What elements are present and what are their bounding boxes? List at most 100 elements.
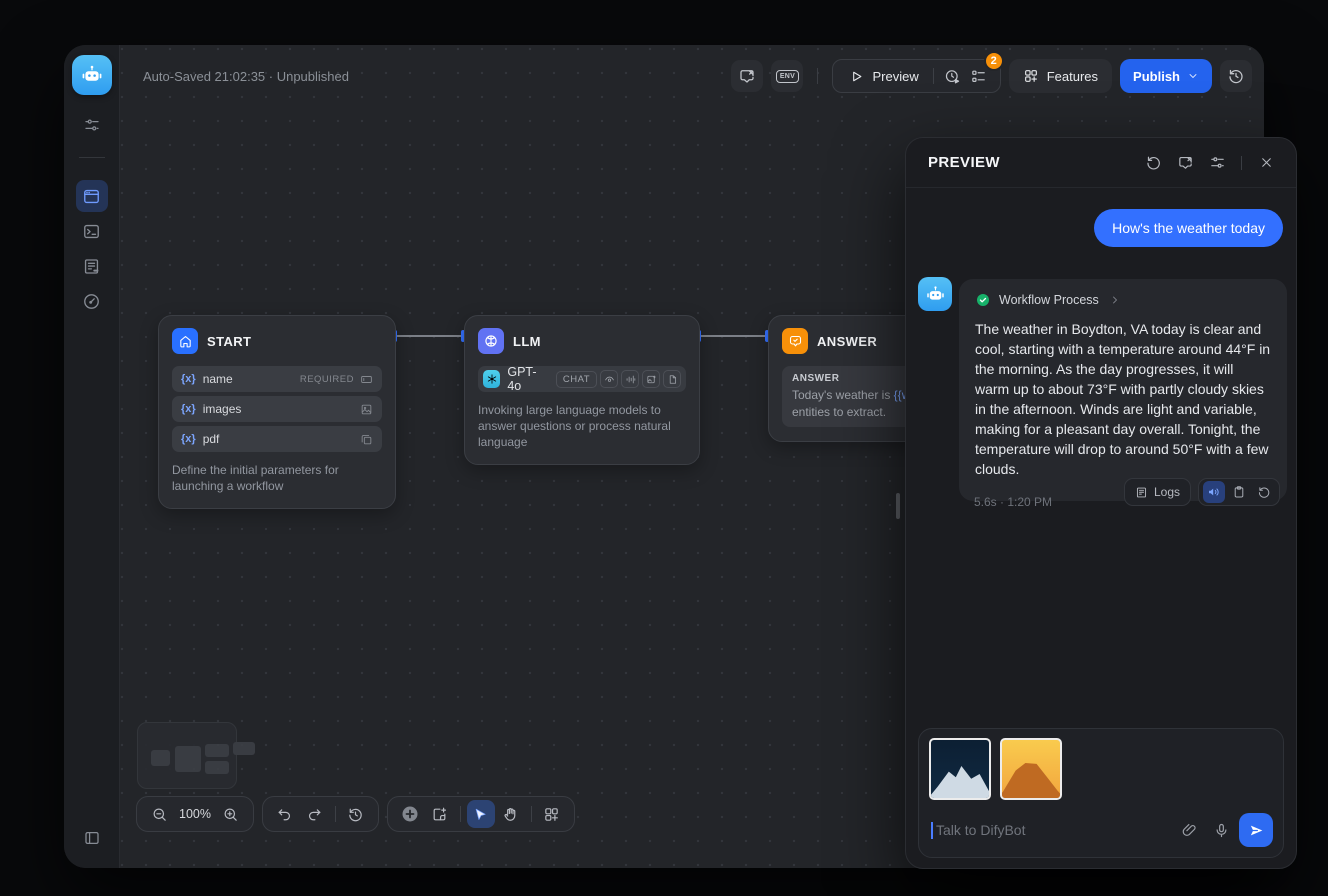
attach-file-button[interactable] bbox=[1181, 822, 1198, 839]
image-plus-icon bbox=[646, 374, 657, 385]
zoom-out-icon bbox=[151, 806, 168, 823]
refresh-icon bbox=[1145, 154, 1162, 171]
close-preview-button[interactable] bbox=[1253, 150, 1279, 176]
message-meta: 5.6s · 1:20 PM bbox=[974, 495, 1052, 509]
audio-capability-icon bbox=[621, 370, 639, 388]
edge-start-llm bbox=[396, 335, 464, 337]
collapse-sidebar-button[interactable] bbox=[76, 822, 108, 854]
bot-avatar bbox=[918, 277, 952, 311]
cursor-icon bbox=[473, 807, 488, 822]
pointer-mode-button[interactable] bbox=[467, 800, 495, 828]
message-actions: Logs bbox=[1124, 478, 1280, 506]
organize-nodes-button[interactable] bbox=[538, 800, 566, 828]
undo-icon bbox=[276, 806, 293, 823]
workflow-settings-button[interactable] bbox=[76, 109, 108, 141]
features-button-label: Features bbox=[1047, 69, 1098, 84]
clock-play-icon bbox=[944, 68, 961, 85]
canvas-scrollbar[interactable] bbox=[896, 493, 900, 519]
field-label: pdf bbox=[203, 432, 220, 446]
checklist-badge: 2 bbox=[984, 51, 1004, 71]
openai-glyph bbox=[486, 373, 498, 385]
zoom-out-button[interactable] bbox=[145, 800, 173, 828]
text-to-speech-button[interactable] bbox=[1203, 481, 1225, 503]
app-logo[interactable] bbox=[72, 55, 112, 95]
group-divider bbox=[933, 68, 934, 84]
bubble-check-icon bbox=[788, 334, 803, 349]
logs-icon bbox=[1135, 486, 1148, 499]
sidebar-item-terminal[interactable] bbox=[76, 215, 108, 247]
model-selector[interactable]: GPT-4o CHAT bbox=[478, 366, 686, 392]
history-icon bbox=[1227, 67, 1245, 85]
features-button[interactable]: Features bbox=[1009, 59, 1112, 93]
topbar: Auto-Saved 21:02:35 · Unpublished ENV Pr… bbox=[120, 45, 1264, 107]
annotation-button[interactable] bbox=[731, 60, 763, 92]
plus-circle-icon bbox=[400, 804, 420, 824]
clear-chat-button[interactable] bbox=[1172, 150, 1198, 176]
required-tag: REQUIRED bbox=[300, 374, 354, 385]
gauge-icon bbox=[82, 292, 101, 311]
chat-settings-button[interactable] bbox=[1204, 150, 1230, 176]
answer-node-icon bbox=[782, 328, 808, 354]
chat-input-row bbox=[929, 813, 1273, 847]
publish-button[interactable]: Publish bbox=[1120, 59, 1212, 93]
minimap-node bbox=[205, 744, 229, 757]
sidebar-item-monitoring[interactable] bbox=[76, 285, 108, 317]
node-description: Invoking large language models to answer… bbox=[478, 402, 686, 450]
toolbar-divider bbox=[531, 806, 532, 822]
document-icon bbox=[667, 374, 678, 385]
hand-icon bbox=[502, 806, 519, 823]
node-llm[interactable]: LLM GPT-4o CHAT bbox=[464, 315, 700, 465]
openai-icon bbox=[483, 370, 500, 388]
microphone-icon bbox=[1213, 822, 1230, 839]
document-capability-icon bbox=[663, 370, 681, 388]
sliders-icon bbox=[83, 116, 101, 134]
zoom-level[interactable]: 100% bbox=[175, 807, 215, 821]
chat-clear-icon bbox=[1177, 154, 1194, 171]
minimap-node bbox=[205, 761, 229, 774]
attachment-thumbnail-mountain-night[interactable] bbox=[929, 738, 991, 800]
undo-button[interactable] bbox=[271, 800, 299, 828]
redo-button[interactable] bbox=[301, 800, 329, 828]
image-file-icon bbox=[360, 403, 373, 416]
hand-mode-button[interactable] bbox=[497, 800, 525, 828]
environment-variables-button[interactable]: ENV bbox=[771, 60, 803, 92]
regenerate-button[interactable] bbox=[1253, 481, 1275, 503]
add-node-button[interactable] bbox=[396, 800, 424, 828]
restart-conversation-button[interactable] bbox=[1140, 150, 1166, 176]
start-field-pdf[interactable]: {x} pdf bbox=[172, 426, 382, 452]
attachment-thumbnail-mountain-sunset[interactable] bbox=[1000, 738, 1062, 800]
sidebar-item-logs[interactable] bbox=[76, 250, 108, 282]
variable-token: {x} bbox=[181, 403, 196, 415]
workflow-process-label: Workflow Process bbox=[999, 293, 1099, 307]
copy-message-button[interactable] bbox=[1228, 481, 1250, 503]
start-field-name[interactable]: {x} name REQUIRED bbox=[172, 366, 382, 392]
logs-button[interactable]: Logs bbox=[1124, 478, 1191, 506]
layout-grid-icon bbox=[543, 806, 560, 823]
add-note-button[interactable] bbox=[426, 800, 454, 828]
features-grid-icon bbox=[1023, 68, 1039, 84]
attached-images bbox=[929, 738, 1273, 800]
chat-input-box bbox=[918, 728, 1284, 858]
run-history-button[interactable] bbox=[940, 63, 966, 89]
close-icon bbox=[1259, 155, 1274, 170]
start-field-images[interactable]: {x} images bbox=[172, 396, 382, 422]
regenerate-icon bbox=[1257, 485, 1271, 499]
field-label: name bbox=[203, 372, 233, 386]
window-icon bbox=[82, 187, 101, 206]
text-input-icon bbox=[360, 373, 373, 386]
sidebar-item-orchestrate[interactable] bbox=[76, 180, 108, 212]
vision-capability-icon bbox=[600, 370, 618, 388]
zoom-in-button[interactable] bbox=[217, 800, 245, 828]
workflow-process-toggle[interactable]: Workflow Process bbox=[975, 292, 1271, 308]
robot-icon bbox=[925, 284, 946, 305]
voice-input-button[interactable] bbox=[1213, 822, 1230, 839]
send-button[interactable] bbox=[1239, 813, 1273, 847]
success-check-icon bbox=[975, 292, 991, 308]
preview-button[interactable]: Preview bbox=[841, 69, 926, 84]
minimap[interactable] bbox=[137, 722, 237, 789]
change-history-button[interactable] bbox=[342, 800, 370, 828]
version-history-button[interactable] bbox=[1220, 60, 1252, 92]
chat-input[interactable] bbox=[936, 822, 1181, 838]
node-title: ANSWER bbox=[817, 334, 877, 349]
node-start[interactable]: START {x} name REQUIRED {x} images {x} p bbox=[158, 315, 396, 509]
